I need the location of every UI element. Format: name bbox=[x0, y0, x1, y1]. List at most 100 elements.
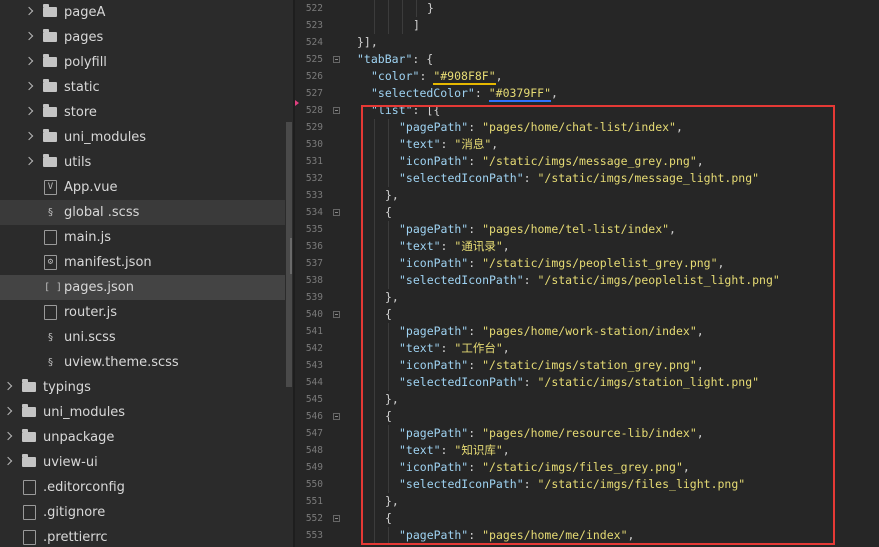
tree-item-label: pages.json bbox=[64, 280, 134, 295]
tree-item-label: .prettierrc bbox=[43, 530, 108, 545]
chevron-right-icon[interactable] bbox=[24, 156, 34, 166]
tree-item-uni-scss[interactable]: § uni.scss bbox=[0, 325, 285, 350]
tree-item-global-scss[interactable]: § global .scss bbox=[0, 200, 285, 225]
line-number: 549 bbox=[305, 462, 323, 473]
line-number: 529 bbox=[305, 122, 323, 133]
line-number: 527 bbox=[305, 88, 323, 99]
fold-toggle-icon[interactable] bbox=[333, 311, 340, 318]
indent-guide bbox=[388, 0, 389, 17]
chevron-right-icon[interactable] bbox=[24, 131, 34, 141]
chevron-right-icon[interactable] bbox=[24, 81, 34, 91]
highlight-annotation-box bbox=[361, 105, 835, 545]
punctuation-token: , bbox=[551, 86, 558, 100]
line-number: 536 bbox=[305, 241, 323, 252]
tree-item-uview-ui[interactable]: uview-ui bbox=[0, 450, 285, 475]
punctuation-token: : bbox=[474, 86, 489, 100]
tree-item-prettierrc[interactable]: .prettierrc bbox=[0, 525, 285, 547]
line-number: 541 bbox=[305, 326, 323, 337]
tree-item-label: pages bbox=[64, 30, 104, 45]
code-text: "tabBar": { bbox=[357, 51, 433, 68]
tree-item-editorconfig[interactable]: .editorconfig bbox=[0, 475, 285, 500]
tree-item-uni-modules[interactable]: uni_modules bbox=[0, 125, 285, 150]
tree-item-pagea[interactable]: pageA bbox=[0, 0, 285, 25]
code-text: ] bbox=[413, 17, 420, 34]
indent-guide bbox=[402, 17, 403, 34]
tree-item-router-js[interactable]: router.js bbox=[0, 300, 285, 325]
sidebar-resize-handle[interactable] bbox=[290, 238, 292, 274]
chevron-right-icon[interactable] bbox=[24, 56, 34, 66]
tree-item-label: pageA bbox=[64, 5, 106, 20]
fold-toggle-icon[interactable] bbox=[333, 107, 340, 114]
fold-toggle-icon[interactable] bbox=[333, 413, 340, 420]
tree-item-unpackage[interactable]: unpackage bbox=[0, 425, 285, 450]
tree-item-static[interactable]: static bbox=[0, 75, 285, 100]
code-text: "selectedColor": "#0379FF", bbox=[371, 85, 558, 102]
tree-item-polyfill[interactable]: polyfill bbox=[0, 50, 285, 75]
chevron-right-icon[interactable] bbox=[3, 456, 13, 466]
tree-item-main-js[interactable]: main.js bbox=[0, 225, 285, 250]
line-number: 542 bbox=[305, 343, 323, 354]
line-number: 535 bbox=[305, 224, 323, 235]
tree-item-gitignore[interactable]: .gitignore bbox=[0, 500, 285, 525]
code-line[interactable]: 523] bbox=[295, 17, 879, 34]
code-text: }], bbox=[357, 34, 378, 51]
punctuation-token: }], bbox=[357, 35, 378, 49]
code-line[interactable]: 526 "color": "#908F8F", bbox=[295, 68, 879, 85]
tree-item-typings[interactable]: typings bbox=[0, 375, 285, 400]
tree-item-app-vue[interactable]: V App.vue bbox=[0, 175, 285, 200]
scss-file-icon: § bbox=[47, 357, 54, 368]
code-text: } bbox=[427, 0, 434, 17]
fold-toggle-icon[interactable] bbox=[333, 515, 340, 522]
code-line[interactable]: 522} bbox=[295, 0, 879, 17]
fold-toggle-icon[interactable] bbox=[333, 209, 340, 216]
chevron-right-icon[interactable] bbox=[24, 31, 34, 41]
string-token: "#908F8F" bbox=[433, 69, 496, 85]
tree-item-label: static bbox=[64, 80, 100, 95]
line-number: 528 bbox=[305, 105, 323, 116]
tree-item-label: manifest.json bbox=[64, 255, 152, 270]
line-number: 523 bbox=[305, 20, 323, 31]
string-token: "#0379FF" bbox=[488, 86, 552, 102]
line-number: 522 bbox=[305, 3, 323, 14]
line-number: 525 bbox=[305, 54, 323, 65]
tree-item-uview-theme-scss[interactable]: § uview.theme.scss bbox=[0, 350, 285, 375]
tree-item-label: App.vue bbox=[64, 180, 118, 195]
tree-item-store[interactable]: store bbox=[0, 100, 285, 125]
folder-icon bbox=[22, 379, 36, 392]
line-number: 547 bbox=[305, 428, 323, 439]
code-line[interactable]: 524}], bbox=[295, 34, 879, 51]
tree-item-pages[interactable]: pages bbox=[0, 25, 285, 50]
code-line[interactable]: 525 "tabBar": { bbox=[295, 51, 879, 68]
tree-item-label: utils bbox=[64, 155, 92, 170]
tree-item-label: typings bbox=[43, 380, 91, 395]
punctuation-token: : bbox=[419, 69, 434, 83]
indent-guide bbox=[374, 0, 375, 17]
chevron-right-icon[interactable] bbox=[3, 406, 13, 416]
punctuation-token: : { bbox=[412, 52, 434, 66]
line-number: 524 bbox=[305, 37, 323, 48]
config-file-icon bbox=[23, 480, 36, 495]
tree-item-label: global .scss bbox=[64, 205, 140, 220]
line-number: 543 bbox=[305, 360, 323, 371]
fold-toggle-icon[interactable] bbox=[333, 56, 340, 63]
tree-item-uni-modules[interactable]: uni_modules bbox=[0, 400, 285, 425]
tree-item-manifest-json[interactable]: ⚙ manifest.json bbox=[0, 250, 285, 275]
chevron-right-icon[interactable] bbox=[24, 106, 34, 116]
line-number: 539 bbox=[305, 292, 323, 303]
chevron-right-icon[interactable] bbox=[3, 381, 13, 391]
manifest-file-icon: ⚙ bbox=[44, 255, 57, 270]
folder-icon bbox=[43, 4, 57, 17]
tree-item-label: router.js bbox=[64, 305, 118, 320]
tree-item-utils[interactable]: utils bbox=[0, 150, 285, 175]
tree-item-label: uni_modules bbox=[64, 130, 147, 145]
key-token: "color" bbox=[371, 69, 420, 83]
punctuation-token: } bbox=[427, 1, 434, 15]
line-number: 546 bbox=[305, 411, 323, 422]
chevron-right-icon[interactable] bbox=[24, 6, 34, 16]
tree-item-pages-json[interactable]: [ ] pages.json bbox=[0, 275, 285, 300]
chevron-right-icon[interactable] bbox=[3, 431, 13, 441]
folder-icon bbox=[43, 79, 57, 92]
line-number: 538 bbox=[305, 275, 323, 286]
tree-item-label: .gitignore bbox=[43, 505, 106, 520]
code-line[interactable]: 527 "selectedColor": "#0379FF", bbox=[295, 85, 879, 102]
